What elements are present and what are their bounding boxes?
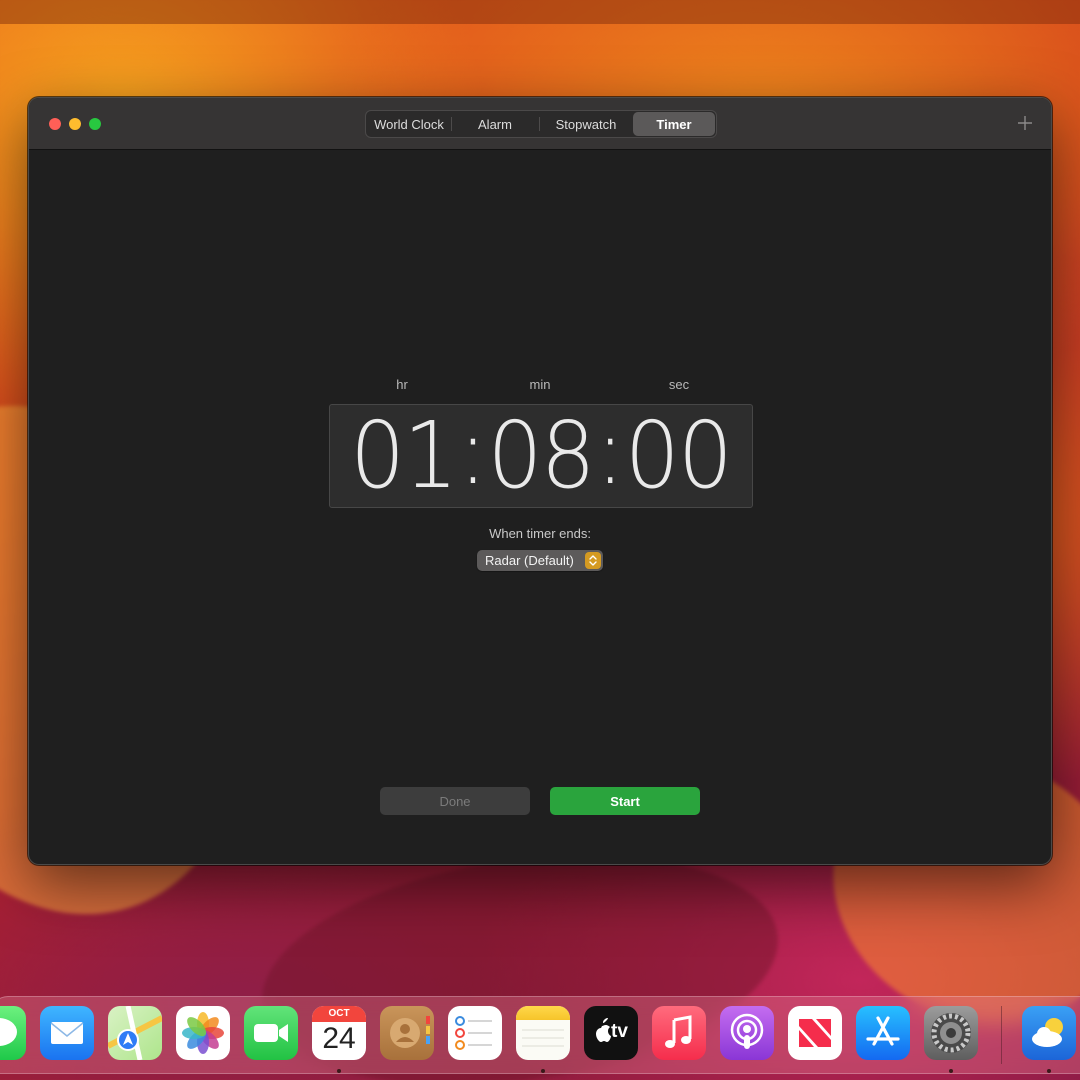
start-button[interactable]: Start xyxy=(550,787,700,815)
menu-bar-area xyxy=(0,0,1080,24)
minutes-value[interactable]: 08 xyxy=(488,410,596,502)
music-icon[interactable] xyxy=(652,1006,706,1060)
calendar-icon[interactable]: OCT 24 xyxy=(312,1006,366,1060)
plus-icon xyxy=(1018,116,1032,130)
hours-value[interactable]: 01 xyxy=(351,410,459,502)
when-timer-ends-label: When timer ends: xyxy=(489,526,591,541)
done-button[interactable]: Done xyxy=(380,787,530,815)
weather-icon[interactable] xyxy=(1022,1006,1076,1060)
time-unit-labels: hr min sec xyxy=(29,377,1051,393)
minutes-label: min xyxy=(529,377,551,392)
title-bar: World Clock Alarm Stopwatch Timer xyxy=(29,98,1051,150)
running-indicator xyxy=(337,1069,341,1073)
photos-icon[interactable] xyxy=(176,1006,230,1060)
tab-timer[interactable]: Timer xyxy=(633,112,715,136)
minimize-button[interactable] xyxy=(69,118,81,130)
reminders-icon[interactable] xyxy=(448,1006,502,1060)
seconds-label: sec xyxy=(668,377,690,392)
tab-world-clock[interactable]: World Clock xyxy=(367,112,451,136)
facetime-icon[interactable] xyxy=(244,1006,298,1060)
mail-icon[interactable] xyxy=(40,1006,94,1060)
notes-icon[interactable] xyxy=(516,1006,570,1060)
contacts-icon[interactable] xyxy=(380,1006,434,1060)
zoom-button[interactable] xyxy=(89,118,101,130)
dock-separator xyxy=(1001,1006,1002,1064)
timer-digits: 01 : 08 : 00 xyxy=(351,406,734,502)
podcasts-icon[interactable] xyxy=(720,1006,774,1060)
selected-sound: Radar (Default) xyxy=(485,553,574,568)
apple-tv-label: tv xyxy=(611,1021,628,1042)
apple-tv-icon[interactable]: tv xyxy=(584,1006,638,1060)
close-button[interactable] xyxy=(49,118,61,130)
tab-alarm[interactable]: Alarm xyxy=(451,112,539,136)
timer-duration-picker[interactable]: 01 : 08 : 00 xyxy=(329,404,753,508)
running-indicator xyxy=(949,1069,953,1073)
seconds-value[interactable]: 00 xyxy=(625,410,733,502)
clock-window: World Clock Alarm Stopwatch Timer hr min… xyxy=(28,97,1052,865)
running-indicator xyxy=(1047,1069,1051,1073)
system-settings-icon[interactable] xyxy=(924,1006,978,1060)
add-button[interactable] xyxy=(1015,111,1035,135)
news-icon[interactable] xyxy=(788,1006,842,1060)
calendar-month: OCT xyxy=(312,1006,366,1022)
messages-icon[interactable] xyxy=(0,1006,26,1060)
calendar-day: 24 xyxy=(322,1022,356,1055)
time-separator: : xyxy=(458,398,488,505)
chevron-up-down-icon xyxy=(585,552,601,569)
timer-sound-select[interactable]: Radar (Default) xyxy=(477,550,603,571)
app-store-icon[interactable] xyxy=(856,1006,910,1060)
time-separator: : xyxy=(596,398,625,505)
running-indicator xyxy=(541,1069,545,1073)
maps-icon[interactable] xyxy=(108,1006,162,1060)
tab-stopwatch[interactable]: Stopwatch xyxy=(539,112,633,136)
hours-label: hr xyxy=(396,377,408,392)
view-switcher: World Clock Alarm Stopwatch Timer xyxy=(365,110,717,138)
